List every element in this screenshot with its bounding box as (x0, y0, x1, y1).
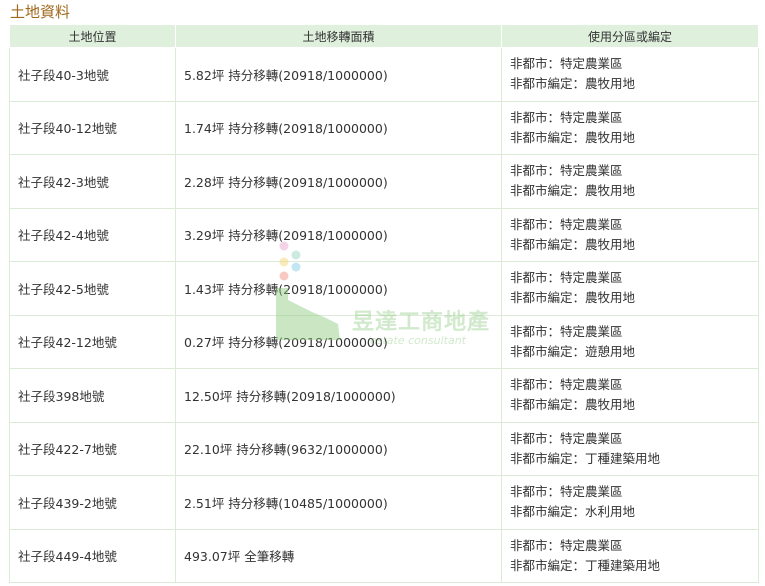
table-row: 社子段439-2地號 2.51坪 持分移轉(10485/1000000) 非都市：特… (9, 475, 759, 530)
zoning-designation: 非都市編定：農牧用地 (510, 236, 636, 252)
land-location-cell: 社子段439-2地號 (9, 475, 176, 530)
zoning-district: 非都市：特定農業區 (510, 323, 623, 339)
zoning-designation: 非都市編定：農牧用地 (510, 76, 636, 92)
land-area-cell: 1.74坪 持分移轉(20918/1000000) (175, 101, 502, 155)
land-area-cell: 12.50坪 持分移轉(20918/1000000) (175, 368, 502, 423)
zoning-designation: 非都市編定：農牧用地 (510, 129, 636, 145)
land-location-cell: 社子段422-7地號 (9, 422, 176, 476)
zoning-district: 非都市：特定農業區 (510, 270, 623, 286)
zoning-cell: 非都市：特定農業區非都市編定：丁種建築用地 (501, 529, 759, 583)
zoning-cell: 非都市：特定農業區 非都市編定：水利用地 (501, 475, 759, 530)
zoning-district: 非都市：特定農業區 (510, 163, 623, 179)
header-zoning: 使用分區或編定 (501, 24, 759, 48)
land-area-cell: 3.29坪 持分移轉(20918/1000000) (175, 208, 502, 262)
header-location: 土地位置 (9, 24, 176, 48)
zoning-cell: 非都市：特定農業區非都市編定：丁種建築用地 (501, 422, 759, 476)
zoning-designation: 非都市編定：遊憩用地 (510, 343, 636, 359)
land-location-cell: 社子段449-4地號 (9, 529, 176, 583)
zoning-district: 非都市：特定農業區 (510, 109, 623, 125)
land-area-cell: 5.82坪 持分移轉(20918/1000000) (175, 47, 502, 102)
land-location-cell: 社子段42-5地號 (9, 261, 176, 316)
table-row: 社子段40-12地號 1.74坪 持分移轉(20918/1000000) 非都市：特… (9, 101, 759, 155)
table-row: 社子段42-4地號 3.29坪 持分移轉(20918/1000000) 非都市：特定… (9, 208, 759, 262)
land-table: 土地位置 土地移轉面積 使用分區或編定 社子段40-3地號 5.82坪 持分移轉(… (9, 24, 759, 583)
table-row: 社子段42-12地號 0.27坪 持分移轉(20918/1000000) 非都市：特… (9, 315, 759, 369)
land-location-cell: 社子段398地號 (9, 368, 176, 423)
zoning-cell: 非都市：特定農業區 非都市編定：農牧用地 (501, 47, 759, 102)
table-row: 社子段40-3地號 5.82坪 持分移轉(20918/1000000) 非都市：特定… (9, 47, 759, 102)
zoning-cell: 非都市：特定農業區 非都市編定：農牧用地 (501, 154, 759, 209)
zoning-cell: 非都市：特定農業區 非都市編定：農牧用地 (501, 261, 759, 316)
land-location-cell: 社子段42-4地號 (9, 208, 176, 262)
table-row: 社子段422-7地號 22.10坪 持分移轉(9632/1000000) 非都市：特… (9, 422, 759, 476)
zoning-district: 非都市：特定農業區 (510, 377, 623, 393)
zoning-cell: 非都市：特定農業區 非都市編定：遊憩用地 (501, 315, 759, 369)
land-area-cell: 1.43坪 持分移轉(20918/1000000) (175, 261, 502, 316)
zoning-designation: 非都市編定：丁種建築用地 (510, 557, 661, 573)
zoning-designation: 非都市編定：農牧用地 (510, 183, 636, 199)
land-area-cell: 2.51坪 持分移轉(10485/1000000) (175, 475, 502, 530)
zoning-district: 非都市：特定農業區 (510, 56, 623, 72)
land-location-cell: 社子段40-3地號 (9, 47, 176, 102)
land-location-cell: 社子段42-3地號 (9, 154, 176, 209)
zoning-district: 非都市：特定農業區 (510, 537, 623, 553)
land-area-cell: 493.07坪 全筆移轉 (175, 529, 502, 583)
zoning-designation: 非都市編定：農牧用地 (510, 290, 636, 306)
zoning-district: 非都市：特定農業區 (510, 430, 623, 446)
zoning-cell: 非都市：特定農業區 非都市編定：農牧用地 (501, 101, 759, 155)
zoning-designation: 非都市編定：丁種建築用地 (510, 450, 661, 466)
table-row: 社子段449-4地號 493.07坪 全筆移轉 非都市：特定農業區非都市編定：丁種建… (9, 529, 759, 583)
table-header-row: 土地位置 土地移轉面積 使用分區或編定 (9, 24, 759, 48)
zoning-designation: 非都市編定：水利用地 (510, 504, 636, 520)
table-row: 社子段42-5地號 1.43坪 持分移轉(20918/1000000) 非都市：特定… (9, 261, 759, 316)
zoning-cell: 非都市：特定農業區 非都市編定：農牧用地 (501, 208, 759, 262)
land-location-cell: 社子段42-12地號 (9, 315, 176, 369)
zoning-cell: 非都市：特定農業區 非都市編定：農牧用地 (501, 368, 759, 423)
header-area: 土地移轉面積 (175, 24, 502, 48)
land-area-cell: 22.10坪 持分移轉(9632/1000000) (175, 422, 502, 476)
zoning-designation: 非都市編定：農牧用地 (510, 397, 636, 413)
table-row: 社子段398地號 12.50坪 持分移轉(20918/1000000) 非都市：特定… (9, 368, 759, 423)
land-area-cell: 0.27坪 持分移轉(20918/1000000) (175, 315, 502, 369)
land-area-cell: 2.28坪 持分移轉(20918/1000000) (175, 154, 502, 209)
zoning-district: 非都市：特定農業區 (510, 484, 623, 500)
table-row: 社子段42-3地號 2.28坪 持分移轉(20918/1000000) 非都市：特定… (9, 154, 759, 209)
section-title: 土地資料 (10, 3, 71, 21)
land-location-cell: 社子段40-12地號 (9, 101, 176, 155)
zoning-district: 非都市：特定農業區 (510, 216, 623, 232)
